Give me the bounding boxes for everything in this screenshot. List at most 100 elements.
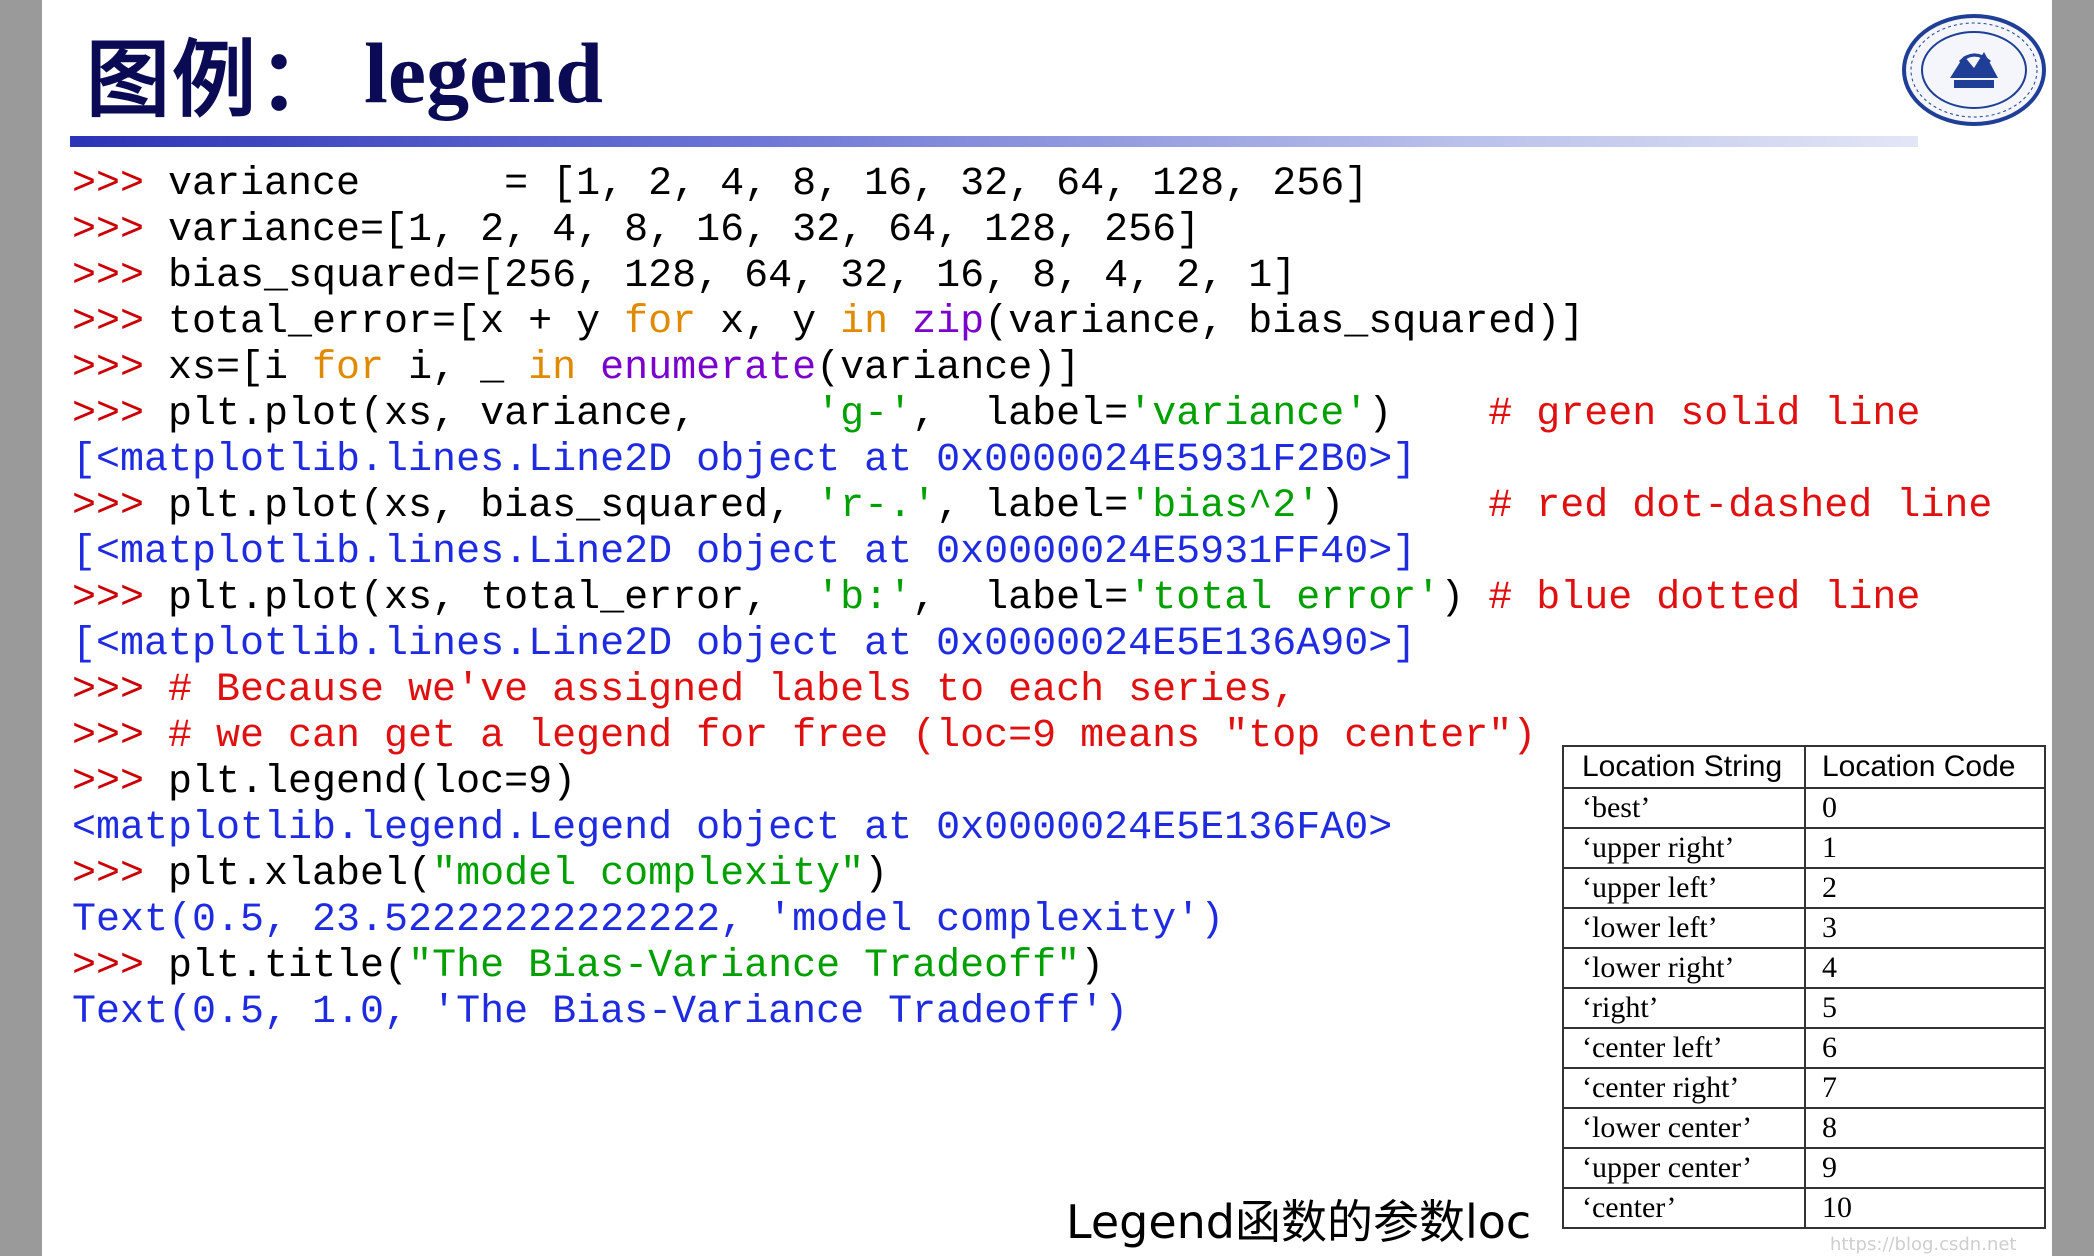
- location-code-cell: 9: [1804, 1147, 2046, 1189]
- table-row: ‘upper right’ 1: [1562, 827, 2046, 869]
- code-token: 'bias^2': [1128, 484, 1321, 529]
- code-token: plt.legend(loc=9): [168, 760, 577, 805]
- code-token: >>>: [72, 760, 169, 805]
- table-row: ‘lower left’ 3: [1562, 907, 2046, 949]
- table-row: ‘center left’ 6: [1562, 1027, 2046, 1069]
- code-token: enumerate: [600, 346, 817, 391]
- watermark: https://blog.csdn.net: [1830, 1234, 2017, 1255]
- code-token: [<matplotlib.lines.Line2D object at 0x00…: [72, 438, 1417, 483]
- code-token: 'variance': [1128, 392, 1369, 437]
- location-string-cell: ‘center left’: [1562, 1027, 1806, 1069]
- code-token: variance = [1, 2, 4, 8, 16, 32, 64, 128,…: [168, 162, 1369, 207]
- code-token: >>>: [72, 944, 169, 989]
- code-line: >>> plt.plot(xs, variance, 'g-', label='…: [72, 392, 1992, 438]
- code-token: "The Bias-Variance Tradeoff": [408, 944, 1081, 989]
- location-string-cell: ‘upper center’: [1562, 1147, 1806, 1189]
- code-line: [<matplotlib.lines.Line2D object at 0x00…: [72, 438, 1992, 484]
- code-line: >>> bias_squared=[256, 128, 64, 32, 16, …: [72, 254, 1992, 300]
- loc-table: Location String Location Code ‘best’ 0 ‘up…: [1562, 745, 2046, 1229]
- title-en: legend: [364, 25, 603, 121]
- code-token: [<matplotlib.lines.Line2D object at 0x00…: [72, 622, 1417, 667]
- code-line: >>> plt.plot(xs, total_error, 'b:', labe…: [72, 576, 1992, 622]
- code-line: >>> xs=[i for i, _ in enumerate(variance…: [72, 346, 1992, 392]
- code-token: ): [1440, 576, 1489, 621]
- caption: Legend函数的参数loc: [1066, 1195, 1532, 1249]
- table-row: ‘upper left’ 2: [1562, 867, 2046, 909]
- table-row: ‘upper center’ 9: [1562, 1147, 2046, 1189]
- location-string-cell: ‘center right’: [1562, 1067, 1806, 1109]
- code-token: >>>: [72, 852, 169, 897]
- location-code-cell: 4: [1804, 947, 2046, 989]
- code-token: plt.xlabel(: [168, 852, 433, 897]
- code-token: plt.plot(xs, variance,: [168, 392, 817, 437]
- code-token: variance=[1, 2, 4, 8, 16, 32, 64, 128, 2…: [168, 208, 1201, 253]
- code-token: >>>: [72, 714, 169, 759]
- code-token: 'r-.': [816, 484, 937, 529]
- code-token: >>>: [72, 346, 169, 391]
- code-token: i, _: [384, 346, 529, 391]
- code-token: >>>: [72, 208, 169, 253]
- location-string-cell: ‘right’: [1562, 987, 1806, 1029]
- slide-title: 图例： legend: [86, 18, 603, 129]
- location-code-cell: 10: [1804, 1187, 2046, 1229]
- location-code-cell: 8: [1804, 1107, 2046, 1149]
- code-token: Text(0.5, 23.52222222222222, 'model comp…: [72, 898, 1225, 943]
- title-underline: [70, 136, 1918, 147]
- code-token: ): [864, 852, 889, 897]
- code-line: [<matplotlib.lines.Line2D object at 0x00…: [72, 530, 1992, 576]
- code-token: >>>: [72, 392, 169, 437]
- code-line: >>> # Because we've assigned labels to e…: [72, 668, 1992, 714]
- table-row: ‘lower right’ 4: [1562, 947, 2046, 989]
- code-token: [<matplotlib.lines.Line2D object at 0x00…: [72, 530, 1417, 575]
- location-code-cell: 5: [1804, 987, 2046, 1029]
- code-line: [<matplotlib.lines.Line2D object at 0x00…: [72, 622, 1992, 668]
- code-token: >>>: [72, 300, 169, 345]
- location-code-cell: 0: [1804, 787, 2046, 829]
- location-string-cell: ‘lower center’: [1562, 1107, 1806, 1149]
- code-token: plt.plot(xs, total_error,: [168, 576, 817, 621]
- code-token: >>>: [72, 254, 169, 299]
- table-row: ‘best’ 0: [1562, 787, 2046, 829]
- code-line: >>> total_error=[x + y for x, y in zip(v…: [72, 300, 1992, 346]
- code-token: for: [312, 346, 385, 391]
- code-token: xs=[i: [168, 346, 313, 391]
- code-token: ): [1320, 484, 1489, 529]
- code-line: >>> variance=[1, 2, 4, 8, 16, 32, 64, 12…: [72, 208, 1992, 254]
- code-token: >>>: [72, 668, 169, 713]
- slide: 图例： legend >>> variance = [1, 2, 4, 8, 1…: [42, 0, 2052, 1256]
- code-line: >>> variance = [1, 2, 4, 8, 16, 32, 64, …: [72, 162, 1992, 208]
- location-string-cell: ‘center’: [1562, 1187, 1806, 1229]
- table-row: ‘right’ 5: [1562, 987, 2046, 1029]
- code-token: Text(0.5, 1.0, 'The Bias-Variance Tradeo…: [72, 990, 1129, 1035]
- code-token: (variance)]: [816, 346, 1081, 391]
- code-token: "model complexity": [432, 852, 865, 897]
- code-token: total_error=[x + y: [168, 300, 625, 345]
- code-token: ): [1368, 392, 1489, 437]
- code-token: 'b:': [816, 576, 913, 621]
- title-cjk: 图例：: [86, 30, 345, 129]
- code-token: 'total error': [1128, 576, 1441, 621]
- code-token: # red dot-dashed line: [1488, 484, 1993, 529]
- code-token: <matplotlib.legend.Legend object at 0x00…: [72, 806, 1393, 851]
- code-token: , label=: [936, 484, 1129, 529]
- location-code-cell: 2: [1804, 867, 2046, 909]
- loc-table-header: Location Code: [1804, 745, 2046, 789]
- location-string-cell: ‘lower left’: [1562, 907, 1806, 949]
- code-token: , label=: [912, 392, 1129, 437]
- location-string-cell: ‘upper right’: [1562, 827, 1806, 869]
- loc-table-header-row: Location String Location Code: [1562, 745, 2046, 789]
- code-line: >>> plt.plot(xs, bias_squared, 'r-.', la…: [72, 484, 1992, 530]
- code-token: , label=: [912, 576, 1129, 621]
- code-token: plt.title(: [168, 944, 409, 989]
- university-seal-icon: [1902, 14, 2046, 126]
- code-token: for: [624, 300, 697, 345]
- loc-table-header: Location String: [1562, 745, 1806, 789]
- code-token: # blue dotted line: [1488, 576, 1921, 621]
- code-token: bias_squared=[256, 128, 64, 32, 16, 8, 4…: [168, 254, 1297, 299]
- location-code-cell: 7: [1804, 1067, 2046, 1109]
- table-row: ‘center right’ 7: [1562, 1067, 2046, 1109]
- location-code-cell: 3: [1804, 907, 2046, 949]
- code-token: 'g-': [816, 392, 913, 437]
